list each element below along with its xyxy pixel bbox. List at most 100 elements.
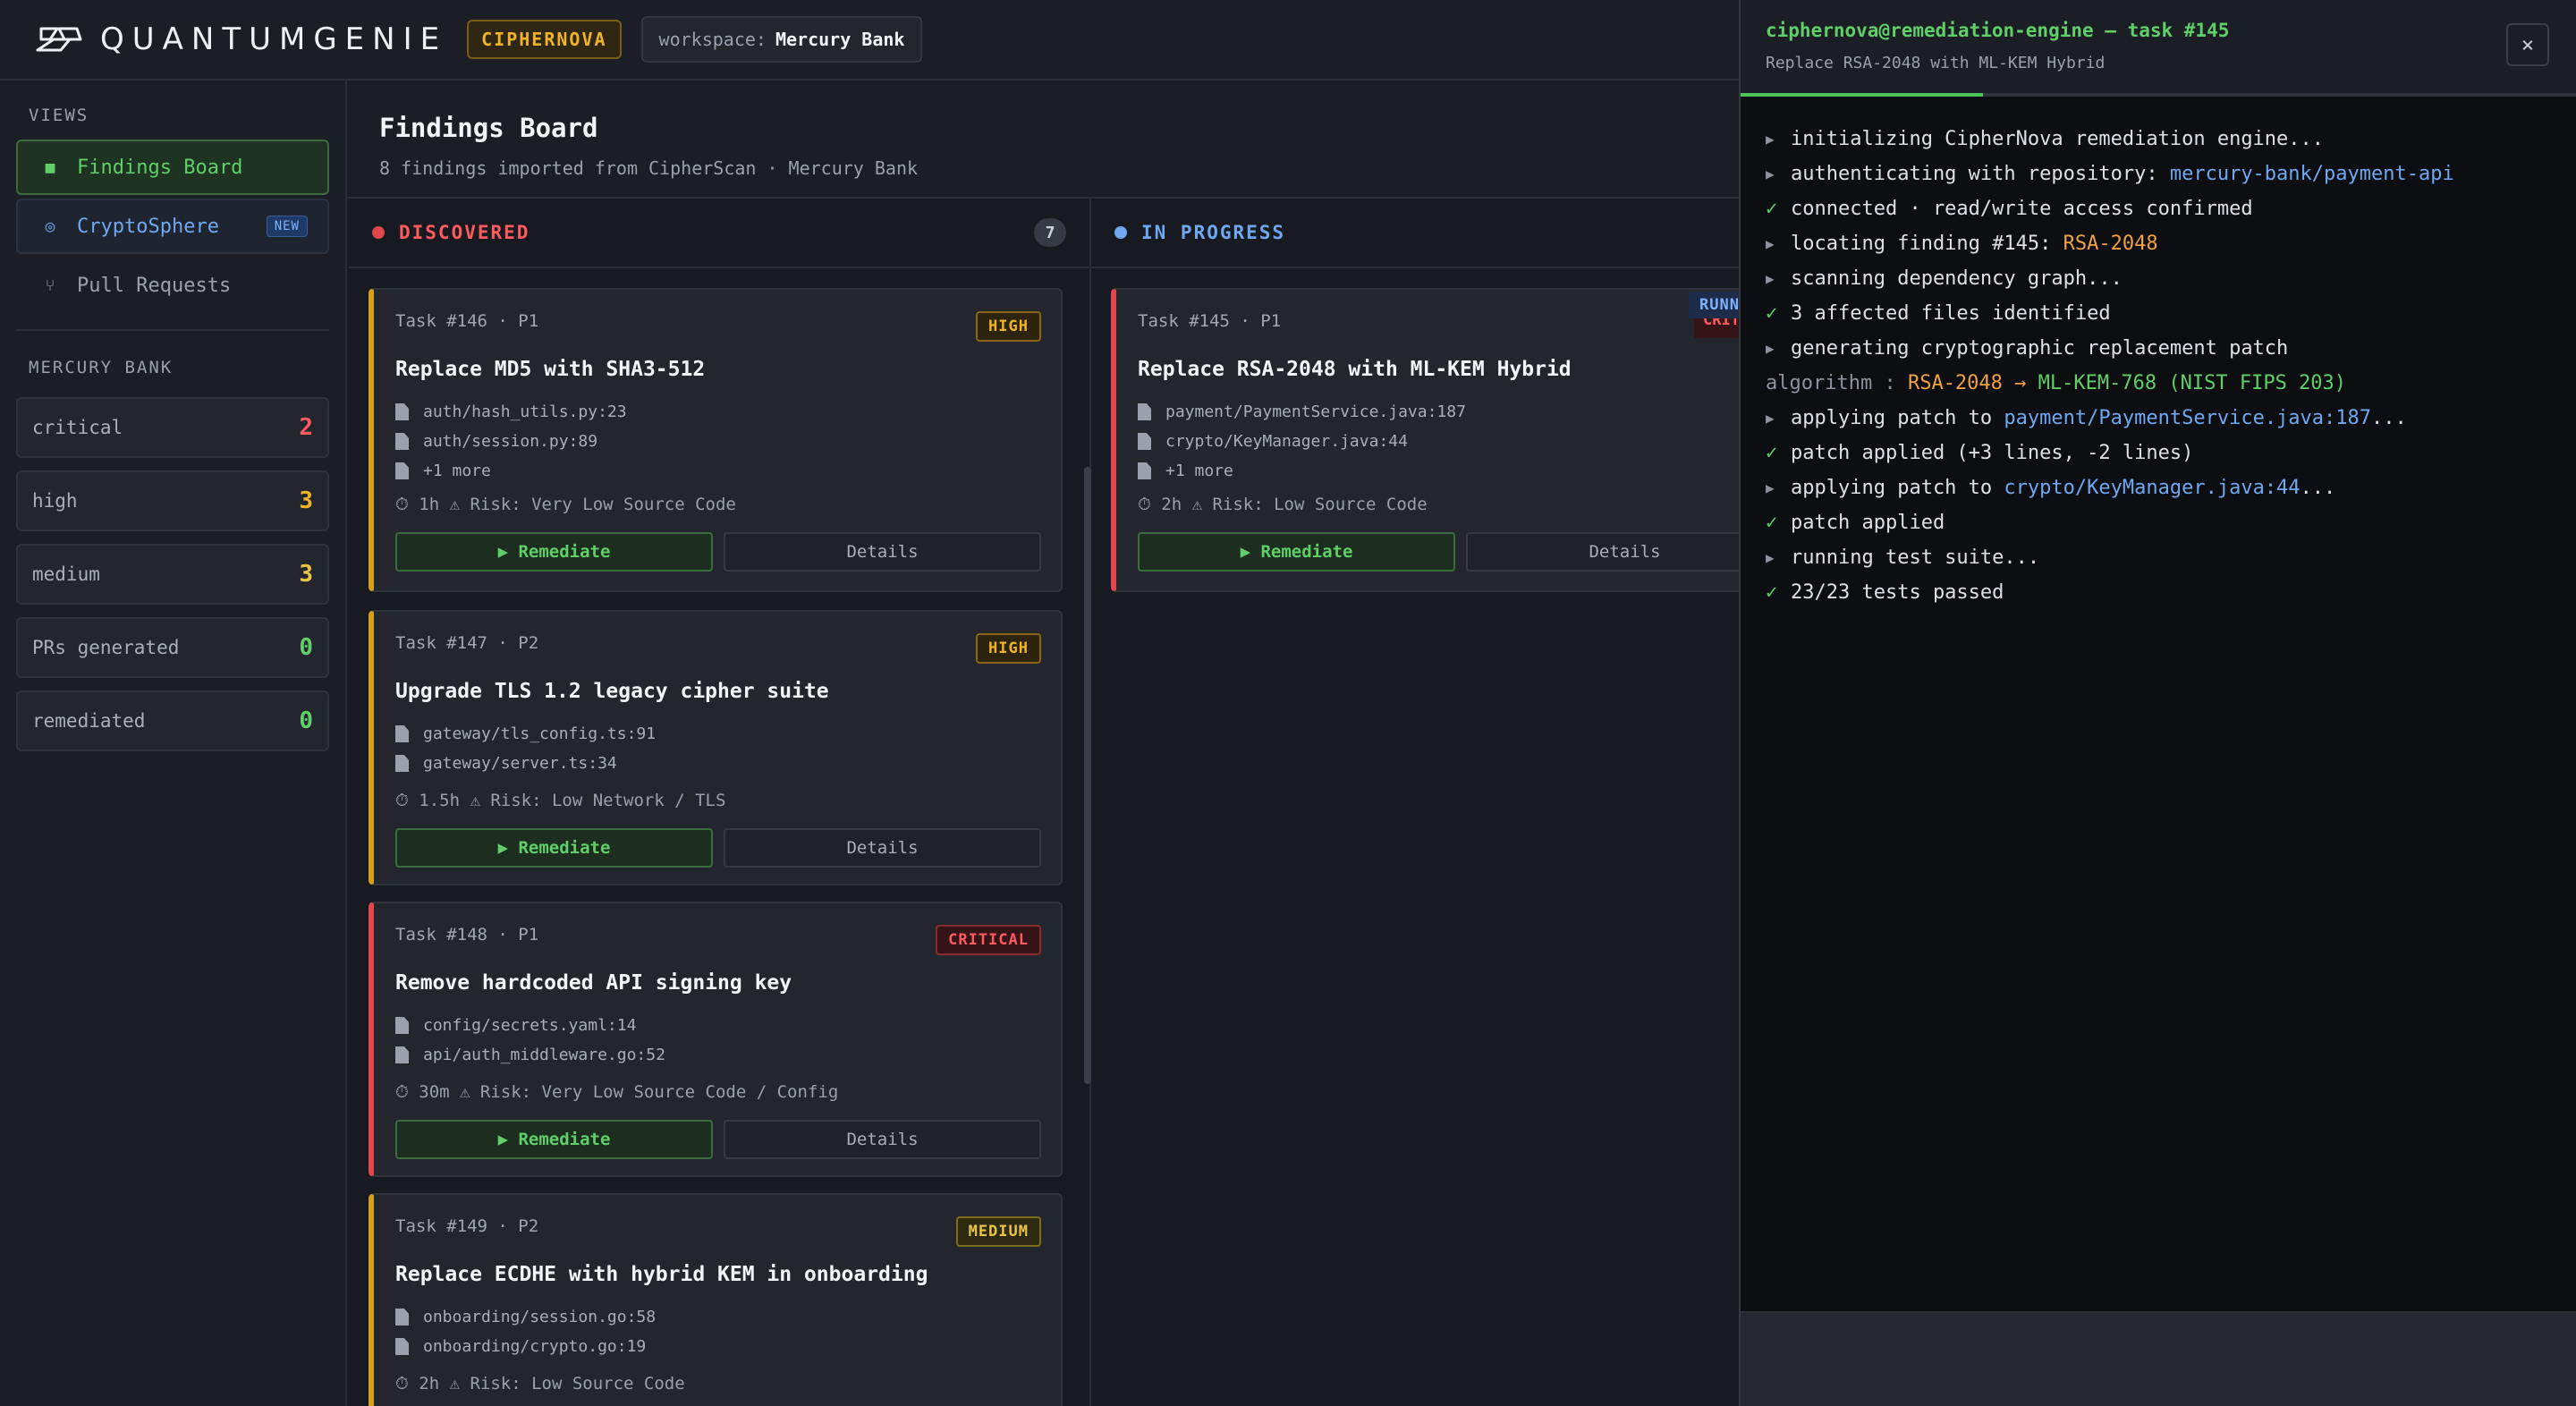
close-icon[interactable]: × — [2506, 23, 2549, 66]
views-heading: VIEWS — [29, 106, 89, 125]
file-icon — [1138, 403, 1151, 420]
card-actions: ▶ Remediate Details — [395, 532, 1041, 572]
log-text: locating finding #145: — [1791, 233, 2063, 255]
file-path: crypto/KeyManager.java:44 — [1165, 432, 1408, 451]
file-row[interactable]: +1 more — [1138, 456, 1739, 486]
stat-remediated[interactable]: remediated 0 — [16, 690, 329, 751]
card-title: Replace MD5 with SHA3-512 — [395, 358, 706, 381]
file-icon — [395, 755, 409, 772]
product-badge: CIPHERNOVA — [467, 20, 622, 59]
file-row: onboarding/session.go:58 — [395, 1302, 1041, 1332]
finding-card-145[interactable]: Task #145 · P1 Replace RSA-2048 with ML-… — [1111, 288, 1739, 592]
remediate-button[interactable]: ▶ Remediate — [395, 1120, 713, 1159]
log-text: running test suite... — [1791, 546, 2040, 569]
details-button[interactable]: Details — [724, 1120, 1041, 1159]
column-header-in-progress: IN PROGRESS — [1091, 199, 1739, 268]
nav-label: Pull Requests — [77, 274, 232, 297]
status-dot — [1114, 226, 1127, 239]
arrow-icon: ▶ — [1766, 270, 1775, 287]
arrow-icon: ▶ — [1766, 340, 1775, 357]
log-text: 23/23 tests passed — [1791, 581, 2004, 604]
stat-critical[interactable]: critical 2 — [16, 397, 329, 458]
finding-card-147[interactable]: Task #147 · P2 HIGH Upgrade TLS 1.2 lega… — [369, 610, 1063, 885]
remediate-button[interactable]: ▶ Remediate — [395, 828, 713, 868]
new-badge: NEW — [266, 216, 308, 237]
log-line: ▶ running test suite... — [1766, 540, 2551, 575]
more-files-link[interactable]: +1 more — [423, 462, 491, 480]
log-line: ✓ patch applied — [1766, 505, 2551, 540]
stat-medium[interactable]: medium 3 — [16, 544, 329, 605]
algorithm-new: ML-KEM-768 (NIST FIPS 203) — [2038, 372, 2347, 394]
log-line: ▶ applying patch to crypto/KeyManager.jav… — [1766, 470, 2551, 505]
card-actions: ▶ Remediate Details — [395, 828, 1041, 868]
workspace-selector[interactable]: workspace: Mercury Bank — [640, 16, 923, 63]
log-text: applying patch to — [1791, 477, 2004, 499]
log-line: ✓ 23/23 tests passed — [1766, 575, 2551, 610]
file-row[interactable]: +1 more — [395, 456, 1041, 486]
column-header-discovered: DISCOVERED 7 — [349, 199, 1089, 268]
org-heading: MERCURY BANK — [29, 358, 174, 377]
nav-pull-requests[interactable]: ⑂ Pull Requests — [16, 258, 329, 313]
details-button[interactable]: Details — [1466, 532, 1739, 572]
card-footer: ⏱ 1.5h ⚠ Risk: Low Network / TLS — [395, 791, 726, 810]
remediate-button[interactable]: ▶ Remediate — [1138, 532, 1455, 572]
file-row: auth/session.py:89 — [395, 427, 1041, 456]
log-text: generating cryptographic replacement pat… — [1791, 337, 2289, 360]
stat-high[interactable]: high 3 — [16, 470, 329, 531]
remediate-button[interactable]: ▶ Remediate — [395, 532, 713, 572]
repo-name: mercury-bank/payment-api — [2169, 163, 2454, 185]
log-text: patch applied — [1791, 512, 1945, 534]
log-text: initializing CipherNova remediation engi… — [1791, 128, 2325, 150]
stat-value: 0 — [299, 634, 313, 661]
details-button[interactable]: Details — [724, 532, 1041, 572]
more-files-link[interactable]: +1 more — [1165, 462, 1233, 480]
stat-value: 3 — [299, 561, 313, 588]
scrollbar-thumb[interactable] — [1084, 467, 1091, 1084]
log-line: ▶ initializing CipherNova remediation eng… — [1766, 122, 2551, 157]
finding-card-146[interactable]: Task #146 · P1 HIGH Replace MD5 with SHA… — [369, 288, 1063, 592]
stat-prs-generated[interactable]: PRs generated 0 — [16, 617, 329, 678]
card-meta: Task #149 · P2 — [395, 1216, 539, 1236]
terminal-title: ciphernova@remediation-engine — task #14… — [1766, 20, 2230, 41]
file-path: gateway/server.ts:34 — [423, 754, 617, 773]
stat-value: 2 — [299, 414, 313, 441]
card-footer: ⏱ 1h ⚠ Risk: Very Low Source Code — [395, 495, 736, 514]
file-icon — [395, 462, 409, 479]
finding-card-148[interactable]: Task #148 · P1 CRITICAL Remove hardcoded… — [369, 902, 1063, 1177]
stat-label: critical — [32, 417, 123, 438]
log-text: applying patch to — [1791, 407, 2004, 429]
log-line: ✓ patch applied (+3 lines, -2 lines) — [1766, 436, 2551, 470]
finding-card-149[interactable]: Task #149 · P2 MEDIUM Replace ECDHE with… — [369, 1193, 1063, 1406]
nav-cryptosphere[interactable]: ◎ CryptoSphere NEW — [16, 199, 329, 254]
log-line: ▶ locating finding #145: RSA-2048 — [1766, 226, 2551, 261]
file-path: auth/hash_utils.py:23 — [423, 402, 627, 421]
file-link[interactable]: payment/PaymentService.java:187 — [2004, 407, 2371, 429]
file-icon — [1138, 433, 1151, 450]
running-badge: RUNNING — [1689, 292, 1739, 318]
card-footer: ⏱ 30m ⚠ Risk: Very Low Source Code / Con… — [395, 1082, 839, 1102]
logo-text: QUANTUMGENIE — [100, 21, 448, 57]
log-key: algorithm : — [1766, 372, 1908, 394]
nav-findings-board[interactable]: ■ Findings Board — [16, 140, 329, 195]
page-subtitle: 8 findings imported from CipherScan · Me… — [379, 157, 919, 179]
log-line: ✓ 3 affected files identified — [1766, 296, 2551, 331]
arrow-icon: ▶ — [1766, 165, 1775, 182]
file-path: config/secrets.yaml:14 — [423, 1016, 637, 1035]
file-row: crypto/KeyManager.java:44 — [1138, 427, 1739, 456]
details-button[interactable]: Details — [724, 828, 1041, 868]
log-line: algorithm : RSA-2048 → ML-KEM-768 (NIST … — [1766, 366, 2551, 401]
log-line: ▶ scanning dependency graph... — [1766, 261, 2551, 296]
file-link[interactable]: crypto/KeyManager.java:44 — [2004, 477, 2300, 499]
log-text: patch applied (+3 lines, -2 lines) — [1791, 442, 2194, 464]
card-title: Upgrade TLS 1.2 legacy cipher suite — [395, 680, 829, 703]
file-icon — [1138, 462, 1151, 479]
card-meta: Task #147 · P2 — [395, 633, 539, 653]
card-actions: ▶ Remediate Details — [1138, 532, 1739, 572]
log-text: 3 affected files identified — [1791, 302, 2111, 325]
stat-label: medium — [32, 563, 100, 585]
top-bar: QUANTUMGENIE CIPHERNOVA workspace: Mercu… — [0, 0, 1739, 80]
stat-label: PRs generated — [32, 637, 180, 658]
arrow-icon: ▶ — [1766, 549, 1775, 566]
file-icon — [395, 403, 409, 420]
check-icon: ✓ — [1766, 198, 1778, 220]
